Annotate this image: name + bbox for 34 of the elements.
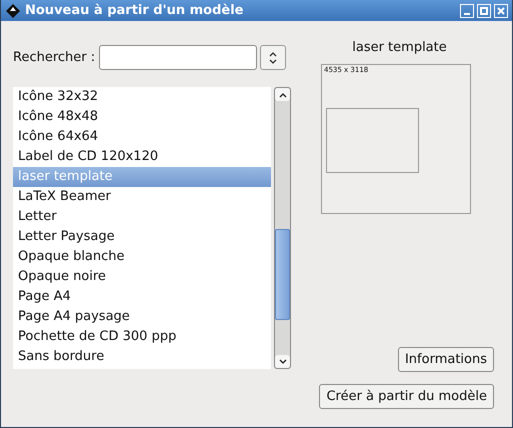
- informations-button[interactable]: Informations: [398, 347, 494, 372]
- template-item[interactable]: Label de CD 120x120: [13, 147, 272, 167]
- template-item[interactable]: LaTeX Beamer: [13, 187, 272, 207]
- minimize-button[interactable]: [460, 4, 474, 18]
- maximize-button[interactable]: [477, 4, 491, 18]
- template-item[interactable]: Letter Paysage: [13, 227, 272, 247]
- window-title: Nouveau à partir d'un modèle: [25, 3, 244, 18]
- template-item[interactable]: Opaque noire: [13, 267, 272, 287]
- template-item[interactable]: Opaque blanche: [13, 247, 272, 267]
- close-button[interactable]: [494, 4, 508, 18]
- scroll-down-button[interactable]: [275, 355, 290, 368]
- template-item[interactable]: Letter: [13, 207, 272, 227]
- template-item[interactable]: Pochette de CD 300 ppp: [13, 327, 272, 347]
- search-field[interactable]: [99, 45, 257, 70]
- preview-title: laser template: [352, 40, 447, 57]
- dropdown-button[interactable]: [260, 45, 286, 70]
- up-down-arrow-icon: [269, 52, 277, 64]
- template-item[interactable]: Icône 64x64: [13, 127, 272, 147]
- scroll-up-button[interactable]: [275, 88, 290, 101]
- template-item[interactable]: Sans bordure: [13, 347, 272, 367]
- up-caret-icon: [278, 92, 287, 98]
- maximize-icon: [479, 6, 489, 16]
- minimize-icon: [464, 12, 470, 14]
- scroll-thumb[interactable]: [275, 229, 290, 320]
- template-item[interactable]: Icône 32x32: [13, 87, 272, 107]
- app-icon: [5, 2, 21, 18]
- template-item[interactable]: Page A4: [13, 287, 272, 307]
- close-icon: [496, 6, 506, 16]
- template-item[interactable]: Icône 48x48: [13, 107, 272, 127]
- create-button[interactable]: Créer à partir du modèle: [319, 384, 494, 409]
- down-caret-icon: [278, 358, 287, 364]
- scrollbar[interactable]: [274, 87, 291, 369]
- search-label: Rechercher :: [13, 50, 96, 65]
- template-item[interactable]: Page A4 paysage: [13, 307, 272, 327]
